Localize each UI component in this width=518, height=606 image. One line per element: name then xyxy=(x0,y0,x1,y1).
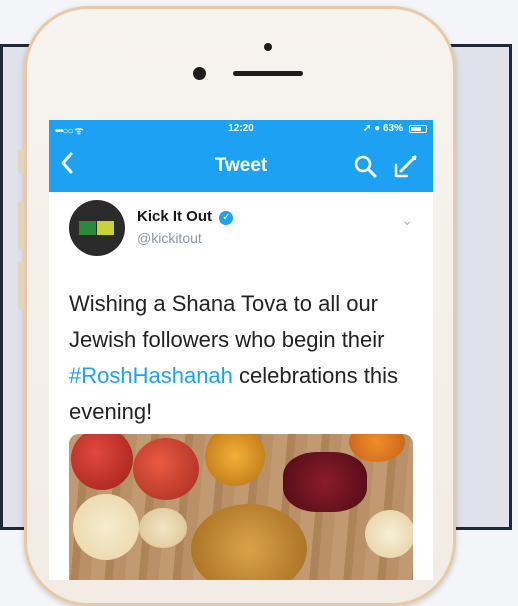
status-bar: •••○○ ᯤ 12:20 ➚ ● 63% xyxy=(49,120,433,138)
avatar[interactable] xyxy=(69,200,125,256)
avatar-logo-right xyxy=(97,221,114,235)
author-handle[interactable]: @kickitout xyxy=(137,230,233,246)
search-button[interactable] xyxy=(353,154,377,178)
tweet-header: Kick It Out ✓ @kickitout ⌄ xyxy=(49,192,433,258)
tweet-text: Wishing a Shana Tova to all our Jewish f… xyxy=(49,258,433,430)
image-apple xyxy=(133,438,199,500)
image-apple-slice xyxy=(139,508,187,548)
volume-up-button xyxy=(18,201,24,249)
earpiece-speaker xyxy=(233,71,303,76)
battery-icon xyxy=(409,125,427,133)
hashtag-link[interactable]: #RoshHashanah xyxy=(69,363,233,388)
author-name[interactable]: Kick It Out xyxy=(137,208,212,225)
image-apple-slice xyxy=(73,494,139,560)
proximity-sensor xyxy=(264,43,272,51)
image-pomegranate xyxy=(283,452,367,512)
verified-badge-icon: ✓ xyxy=(219,211,234,225)
volume-down-button xyxy=(18,261,24,309)
image-apple-slice xyxy=(365,510,413,558)
tweet-image[interactable] xyxy=(69,434,413,580)
author-info: Kick It Out ✓ @kickitout xyxy=(137,208,234,246)
tweet-text-before: Wishing a Shana Tova to all our Jewish f… xyxy=(69,291,385,352)
phone-screen: •••○○ ᯤ 12:20 ➚ ● 63% Tweet Kick It Out … xyxy=(49,120,433,580)
mute-switch xyxy=(18,149,24,173)
nav-bar: Tweet xyxy=(49,138,433,192)
avatar-logo-left xyxy=(79,221,96,235)
status-battery-text: ➚ ● 63% xyxy=(363,123,403,134)
chevron-down-icon[interactable]: ⌄ xyxy=(401,212,413,229)
front-camera xyxy=(193,67,206,80)
compose-icon xyxy=(394,155,417,178)
compose-button[interactable] xyxy=(393,153,419,179)
search-icon xyxy=(354,155,377,178)
